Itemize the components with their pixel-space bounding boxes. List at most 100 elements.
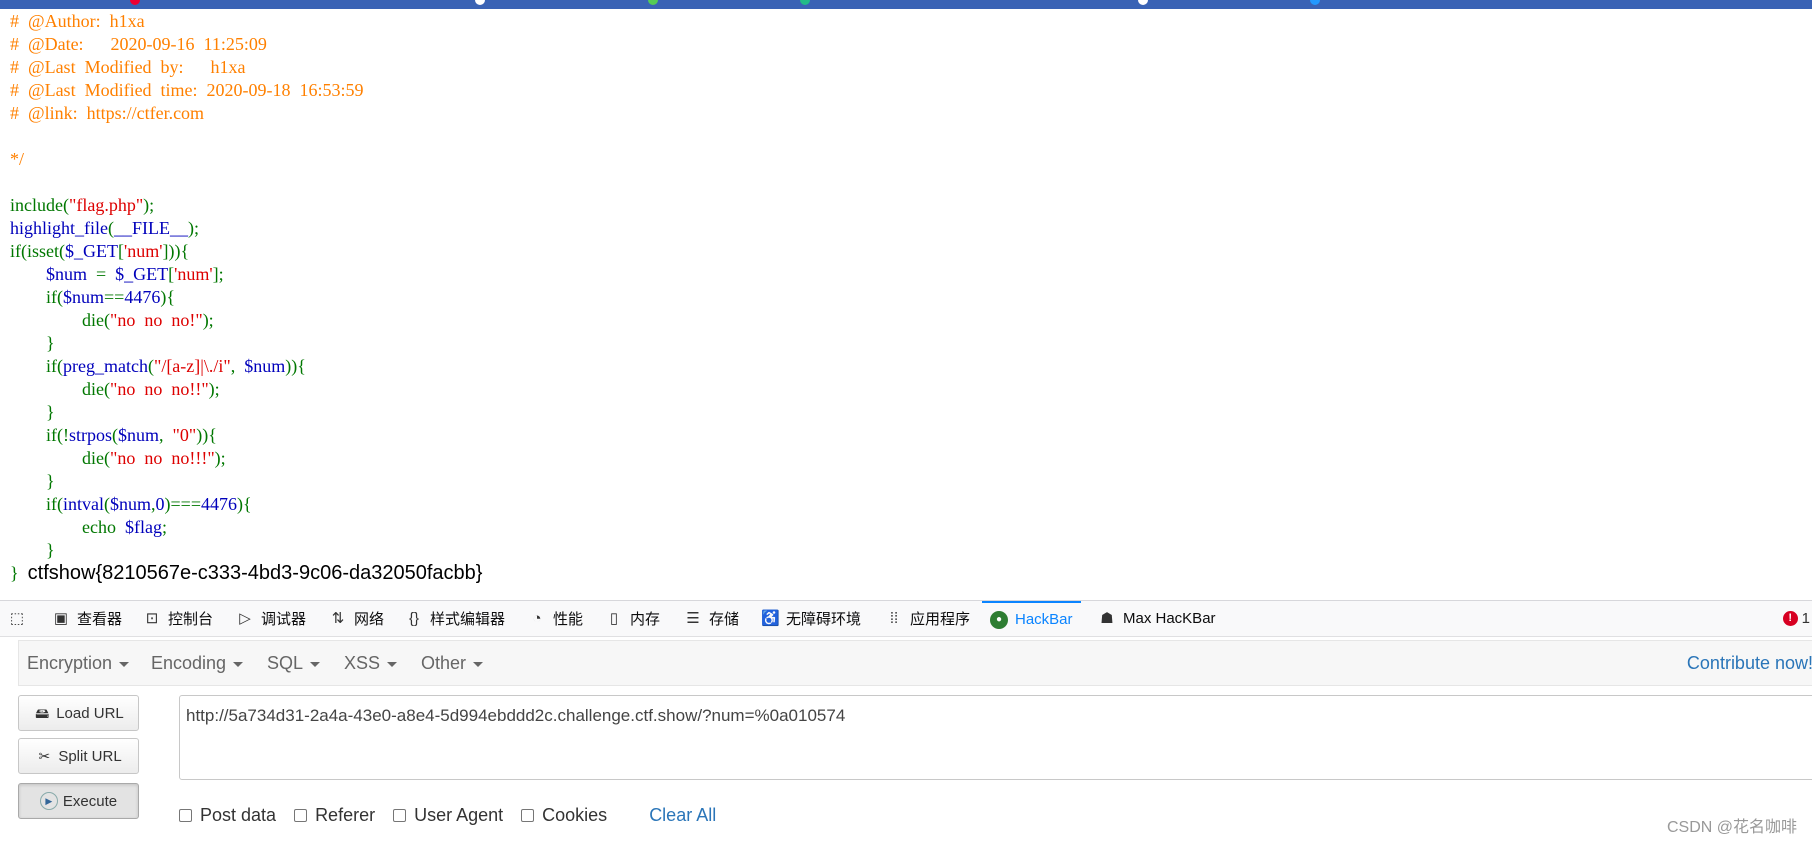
code-token: # @Author: h1xa [10,11,145,31]
console-icon: ⊡ [145,609,159,627]
code-token: if(isset( [10,241,65,261]
tab-hackbar[interactable]: ● HackBar [982,601,1081,636]
code-line: highlight_file(__FILE__); [10,217,482,240]
referer-option[interactable]: Referer [294,805,375,826]
menu-sql[interactable]: SQL [267,641,321,685]
code-token: ]; [212,264,224,284]
tab-label: 应用程序 [910,611,971,628]
code-token: ); [202,310,214,330]
code-token: echo [10,517,125,537]
menu-xss[interactable]: XSS [344,641,398,685]
tab-label: 控制台 [168,611,214,628]
tab-application[interactable]: ⁞⁞ 应用程序 [885,601,970,636]
split-url-button[interactable]: ✂ Split URL [18,738,139,774]
error-count-badge[interactable]: ! 1 [1782,601,1812,636]
code-line: if(!strpos($num, "0")){ [10,424,482,447]
code-token: } [10,471,55,491]
caret-down-icon [387,661,398,667]
code-line: } [10,470,482,493]
code-line: } [10,332,482,355]
code-line: die("no no no!!"); [10,378,482,401]
code-token: $_GET [64,241,118,261]
code-token: $num [63,287,105,307]
code-token: ); [208,379,220,399]
tab-label: 内存 [630,611,661,628]
memory-icon: ▯ [609,609,619,627]
tab-favicon [1310,0,1320,5]
menu-label: Encryption [27,653,113,673]
user-agent-option[interactable]: User Agent [393,805,503,826]
execute-button[interactable]: ▶ Execute [18,783,139,819]
post-data-option[interactable]: Post data [179,805,276,826]
menu-label: Encoding [151,653,227,673]
button-label: Split URL [58,747,122,765]
menu-encryption[interactable]: Encryption [27,641,130,685]
network-icon: ⇅ [331,609,345,627]
code-token: 'num' [174,264,213,284]
code-token: )=== [164,494,201,514]
max-hackbar-icon: ☗ [1100,609,1114,627]
code-token: )){ [285,356,306,376]
browser-top-bar [0,0,1812,9]
code-token: $flag [124,517,162,537]
tab-max-hackbar[interactable]: ☗ Max HacKBar [1098,601,1216,636]
tab-label: 性能 [553,611,584,628]
code-line: # @Date: 2020-09-16 11:25:09 [10,33,482,56]
tab-inspector[interactable]: ▣ 查看器 [52,601,122,636]
code-line: include("flag.php"); [10,194,482,217]
code-token: , [230,356,245,376]
code-token: = [96,264,116,284]
tab-accessibility[interactable]: ♿ 无障碍环境 [761,601,861,636]
accessibility-icon: ♿ [761,609,780,627]
tab-style-editor[interactable]: {} 样式编辑器 [405,601,505,636]
element-picker-button[interactable]: ⬚ [8,601,33,636]
code-token: ])){ [162,241,190,261]
load-url-button[interactable]: 🖴 Load URL [18,695,139,731]
tab-label: 存储 [709,611,740,628]
application-icon: ⁞⁞ [889,609,899,627]
hackbar-icon: ● [990,610,1008,629]
contribute-link[interactable]: Contribute now! [1687,641,1812,685]
error-count: 1 [1801,610,1810,627]
referer-checkbox[interactable] [294,808,308,822]
code-token: die( [10,310,110,330]
storage-icon: ☰ [686,609,700,627]
tab-label: 调试器 [261,611,307,628]
code-token: ){ [236,494,252,514]
menu-encoding[interactable]: Encoding [151,641,244,685]
user-agent-checkbox[interactable] [393,808,407,822]
tab-label: 样式编辑器 [430,611,506,628]
caret-down-icon [233,661,244,667]
clear-all-link[interactable]: Clear All [649,805,716,826]
cookies-option[interactable]: Cookies [521,805,607,826]
tab-debugger[interactable]: ▷ 调试器 [236,601,306,636]
load-url-icon: 🖴 [35,705,50,721]
tab-storage[interactable]: ☰ 存储 [684,601,739,636]
tab-favicon [130,0,140,5]
tab-network[interactable]: ⇅ 网络 [329,601,384,636]
code-line: die("no no no!!!"); [10,447,482,470]
tab-performance[interactable]: ◔ 性能 [528,601,583,636]
post-data-checkbox[interactable] [179,808,192,822]
menu-other[interactable]: Other [421,641,484,685]
option-label: User Agent [414,804,504,825]
code-line: die("no no no!"); [10,309,482,332]
url-textarea[interactable]: http://5a734d31-2a4a-43e0-a8e4-5d994ebdd… [179,695,1812,780]
menu-label: SQL [267,653,304,673]
tab-label: Max HacKBar [1123,610,1216,627]
code-line: if(intval($num,0)===4476){ [10,493,482,516]
cookies-checkbox[interactable] [521,808,535,822]
code-token: ); [143,195,155,215]
code-token: # @link: https://ctfer.com [10,103,205,123]
request-options: Post data Referer User Agent Cookies Cle… [179,802,716,828]
code-token: 0 [155,494,165,514]
code-token: $num [118,425,160,445]
menu-label: Other [421,653,467,673]
tab-label: 网络 [354,611,385,628]
tab-console[interactable]: ⊡ 控制台 [143,601,213,636]
caret-down-icon [119,661,130,667]
tab-memory[interactable]: ▯ 内存 [605,601,660,636]
performance-icon: ◔ [532,609,542,627]
code-token: $num [110,494,152,514]
